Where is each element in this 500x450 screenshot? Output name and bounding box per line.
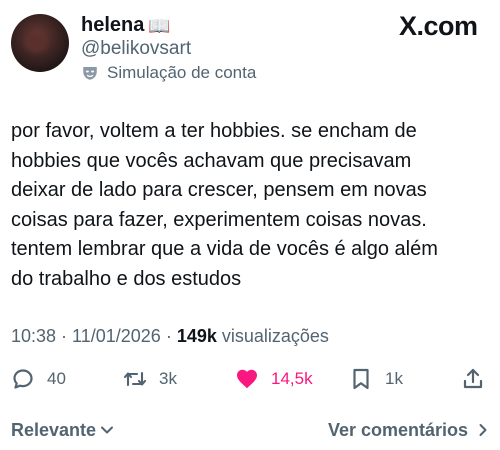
avatar-detail [25,34,47,52]
sort-dropdown[interactable]: Relevante [11,418,114,442]
tweet-line: do trabalho e dos estudos [11,267,242,290]
tweet-date[interactable]: 11/01/2026 [72,326,161,346]
reply-icon [13,369,33,389]
tweet-meta: 10:38 · 11/01/2026 · 149k visualizações [11,324,329,348]
heart-icon [237,369,257,389]
tweet-text: por favor, voltem a ter hobbies. se ench… [11,117,491,294]
view-comments-link[interactable]: Ver comentários [328,418,490,442]
avatar[interactable] [11,14,69,72]
like-count: 14,5k [271,369,313,388]
reply-button[interactable]: 40 [11,363,66,395]
tweet-line: hobbies que vocês achavam que precisavam [11,149,412,172]
share-button[interactable] [461,363,485,395]
x-logo: X.com [399,11,478,41]
display-name[interactable]: helena [81,14,144,36]
tweet-line: tentem lembrar que a vida de vocês é alg… [11,238,438,260]
chevron-right-icon [479,424,487,436]
book-icon: 📖 [148,16,171,36]
repost-icon [123,371,147,387]
share-icon [463,368,483,389]
views-label: visualizações [216,326,329,346]
bookmark-button[interactable]: 1k [349,363,403,395]
bookmark-count: 1k [385,369,403,388]
sort-label: Relevante [11,420,97,440]
tweet-line: por favor, voltem a ter hobbies. se ench… [11,120,417,142]
tweet-time[interactable]: 10:38 [11,326,56,346]
bookmark-icon [353,368,369,390]
tweet-line: deixar de lado para crescer, pensem em n… [11,179,427,201]
reply-count: 40 [47,369,66,388]
meta-separator: · [56,326,73,346]
repost-count: 3k [159,369,177,388]
author-handle[interactable]: @belikovsart [81,38,191,60]
account-label-text: Simulação de conta [107,63,257,82]
repost-button[interactable]: 3k [123,363,177,395]
tweet-line: coisas para fazer, experimentem coisas n… [11,208,427,231]
author-name-row[interactable]: helena 📖 [81,13,171,38]
mask-icon [83,67,97,80]
account-label: Simulação de conta [81,63,256,83]
chevron-down-icon [101,426,114,434]
meta-separator: · [160,326,177,346]
view-comments-label: Ver comentários [328,420,469,440]
action-bar: 40 3k 14,5k 1k [0,363,500,395]
like-button[interactable]: 14,5k [235,363,313,395]
views-count: 149k [176,326,217,346]
